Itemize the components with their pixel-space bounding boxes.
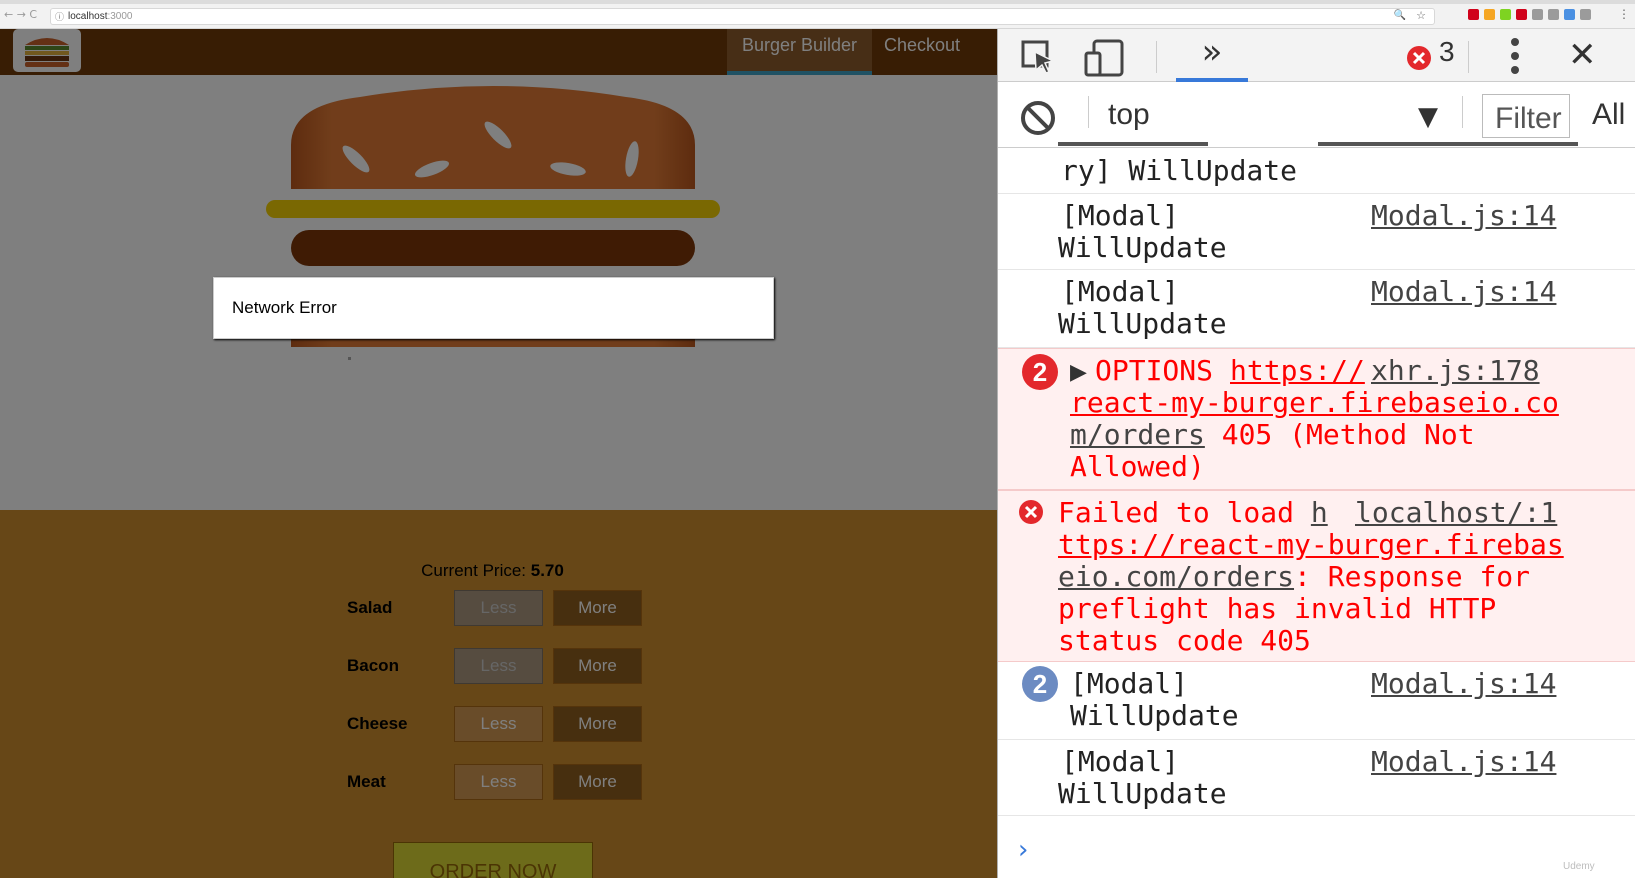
info-icon[interactable]: ⓘ <box>55 10 64 23</box>
expand-triangle-icon[interactable]: ▶ <box>1070 357 1087 389</box>
error-text-line-5: status code 405 <box>1058 624 1311 657</box>
extension-icon[interactable] <box>1484 9 1495 20</box>
url-host: localhost <box>68 11 108 22</box>
log-text-line-2: WillUpdate <box>1058 777 1227 810</box>
log-text-line-2: WillUpdate <box>1058 231 1227 264</box>
error-prefix: Failed to load <box>1058 496 1311 529</box>
error-url-start[interactable]: h <box>1311 496 1328 529</box>
dropdown-caret-icon[interactable]: ▼ <box>1418 102 1438 132</box>
error-text-line-3: eio.com/orders: Response for <box>1058 561 1530 593</box>
error-url-part-2[interactable]: ttps://react-my-burger.firebas <box>1058 529 1564 561</box>
devtools-menu-icon[interactable] <box>1508 37 1522 80</box>
log-text: ry] WillUpdate <box>1061 154 1298 187</box>
status-text: 405 (Method Not <box>1204 418 1475 451</box>
address-bar[interactable]: ⓘ localhost:3000 🔍 ☆ <box>50 8 1435 25</box>
devtools-panel: » 3 ✕ top ▼ Filter All ry] WillUpdate [M… <box>997 29 1635 878</box>
source-link[interactable]: Modal.js:14 <box>1371 276 1556 308</box>
console-output: ry] WillUpdate [Modal] Modal.js:14 WillU… <box>998 142 1635 878</box>
console-message: ry] WillUpdate <box>998 134 1635 194</box>
console-prompt-icon[interactable]: › <box>1018 834 1028 866</box>
error-url-part-3[interactable]: eio.com/orders <box>1058 560 1294 593</box>
extension-icon[interactable] <box>1580 9 1591 20</box>
page-viewport: Burger Builder Checkout <box>0 29 997 878</box>
log-text-line-1: [Modal] <box>1061 745 1180 778</box>
inspect-element-icon[interactable] <box>1020 39 1056 80</box>
devtools-tabbar: » 3 ✕ <box>998 29 1635 82</box>
request-url-part-2[interactable]: react-my-burger.firebaseio.co <box>1070 387 1559 419</box>
url-port: :3000 <box>107 11 133 22</box>
console-error: Failed to load h localhost/:1 ttps://rea… <box>998 490 1635 662</box>
device-toolbar-icon[interactable] <box>1084 39 1124 82</box>
extension-icon[interactable] <box>1516 9 1527 20</box>
extension-icons <box>1468 9 1591 20</box>
source-link[interactable]: xhr.js:178 <box>1371 355 1540 387</box>
udemy-watermark: Udemy <box>1563 861 1595 872</box>
source-link[interactable]: Modal.js:14 <box>1371 668 1556 700</box>
error-count-icon[interactable] <box>1406 45 1432 76</box>
console-message: [Modal] Modal.js:14 WillUpdate <box>998 194 1635 270</box>
log-text-line-2: WillUpdate <box>1070 699 1239 732</box>
error-text-line-1: Failed to load h <box>1058 497 1328 529</box>
console-message: [Modal] Modal.js:14 WillUpdate <box>998 270 1635 348</box>
filter-separator <box>1088 96 1089 128</box>
console-message: 2 [Modal] Modal.js:14 WillUpdate <box>998 662 1635 740</box>
status-text-line-2: Allowed) <box>1070 450 1205 483</box>
modal-message: Network Error <box>232 298 337 317</box>
browser-nav-buttons[interactable]: ← → C <box>4 8 37 21</box>
extension-icon[interactable] <box>1548 9 1559 20</box>
cut-off-text <box>1058 142 1578 146</box>
source-link[interactable]: Modal.js:14 <box>1371 746 1556 778</box>
extension-icon[interactable] <box>1500 9 1511 20</box>
tab-strip <box>0 0 1635 4</box>
browser-chrome: ← → C ⓘ localhost:3000 🔍 ☆ ⋮ <box>0 0 1635 29</box>
extension-icon[interactable] <box>1564 9 1575 20</box>
filter-separator <box>1462 96 1463 128</box>
error-text-rest: : Response for <box>1294 560 1531 593</box>
filter-input[interactable]: Filter <box>1482 94 1570 138</box>
log-text-line-1: [Modal] <box>1061 199 1180 232</box>
mouse-cursor <box>348 357 351 360</box>
tabbar-separator <box>1156 41 1157 73</box>
repeat-count-badge: 2 <box>1022 354 1058 390</box>
extension-icon[interactable] <box>1532 9 1543 20</box>
log-text-line-1: [Modal] <box>1070 667 1189 700</box>
extension-icon[interactable] <box>1468 9 1479 20</box>
zoom-icon[interactable]: 🔍 <box>1394 10 1406 21</box>
error-text-line-4: preflight has invalid HTTP <box>1058 592 1497 625</box>
modal-backdrop[interactable] <box>0 29 997 878</box>
tabbar-separator <box>1468 41 1469 73</box>
chevron-double-right-icon: » <box>1201 32 1223 72</box>
source-link[interactable]: Modal.js:14 <box>1371 200 1556 232</box>
error-count[interactable]: 3 <box>1439 36 1455 68</box>
repeat-count-badge: 2 <box>1022 666 1058 702</box>
url-text: localhost:3000 <box>68 11 133 22</box>
request-url-line-3: m/orders 405 (Method Not <box>1070 419 1475 451</box>
console-error: 2 ▶ OPTIONS https:// xhr.js:178 react-my… <box>998 348 1635 490</box>
bookmark-star-icon[interactable]: ☆ <box>1416 9 1426 22</box>
error-modal: Network Error <box>213 277 774 339</box>
log-levels-dropdown[interactable]: All <box>1592 98 1625 132</box>
console-message: [Modal] Modal.js:14 WillUpdate <box>998 740 1635 816</box>
source-link[interactable]: localhost/:1 <box>1355 497 1557 529</box>
more-panels-tab[interactable]: » <box>1176 29 1248 82</box>
log-text-line-2: WillUpdate <box>1058 307 1227 340</box>
request-url-part-3[interactable]: m/orders <box>1070 418 1205 451</box>
request-method: OPTIONS <box>1095 354 1214 387</box>
request-url-part-1[interactable]: https:// <box>1230 355 1365 387</box>
error-icon <box>1018 499 1044 532</box>
browser-menu-icon[interactable]: ⋮ <box>1618 7 1630 21</box>
filter-placeholder: Filter <box>1495 102 1562 135</box>
close-icon[interactable]: ✕ <box>1568 35 1597 75</box>
log-text-line-1: [Modal] <box>1061 275 1180 308</box>
context-selector[interactable]: top <box>1108 98 1150 132</box>
